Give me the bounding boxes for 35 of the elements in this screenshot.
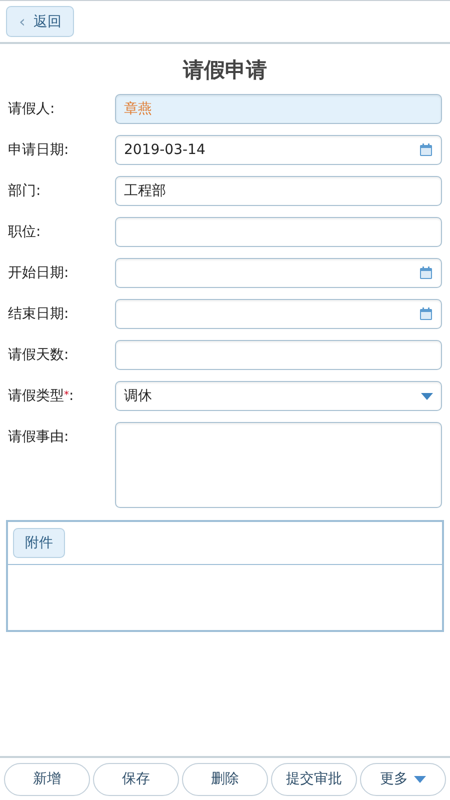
calendar-icon[interactable]	[419, 266, 433, 280]
field-value: 章燕	[124, 100, 152, 118]
field-label: 请假人:	[8, 100, 56, 119]
field-label: 开始日期:	[8, 264, 70, 283]
field-label: 部门:	[8, 182, 42, 201]
text-area[interactable]	[115, 422, 442, 508]
date-field[interactable]	[115, 258, 442, 288]
field-label: 请假事由:	[8, 428, 70, 447]
toolbar-button[interactable]: 提交审批	[271, 762, 357, 796]
toolbar-button[interactable]: 新增	[4, 762, 90, 796]
back-icon: ‹	[19, 12, 26, 31]
field-label: 请假天数:	[8, 346, 70, 365]
toolbar-button[interactable]: 删除	[182, 762, 268, 796]
toolbar-button[interactable]: 保存	[93, 762, 179, 796]
back-button[interactable]: ‹ 返回	[6, 6, 74, 37]
input-field[interactable]: 工程部	[115, 176, 442, 206]
caret-icon[interactable]	[414, 776, 426, 782]
field-value: 工程部	[124, 182, 166, 200]
calendar-icon[interactable]	[419, 307, 433, 321]
input-field[interactable]	[115, 340, 442, 370]
select-field[interactable]: 调休	[115, 381, 442, 411]
field-label: 结束日期:	[8, 305, 70, 324]
field-label: 申请日期:	[8, 141, 70, 160]
field-value: 调休	[124, 387, 152, 405]
date-field[interactable]	[115, 299, 442, 329]
attachment-button[interactable]: 附件	[13, 528, 65, 558]
page-title: 请假申请	[182, 57, 268, 84]
field-value: 2019-03-14	[124, 142, 206, 158]
calendar-icon[interactable]	[419, 143, 433, 157]
field-label: 职位:	[8, 223, 42, 242]
field-label: 请假类型*:	[8, 387, 75, 406]
input-field[interactable]	[115, 217, 442, 247]
date-field[interactable]: 2019-03-14	[115, 135, 442, 165]
caret-icon[interactable]	[421, 392, 433, 400]
toolbar-button[interactable]: 更多	[360, 762, 446, 796]
